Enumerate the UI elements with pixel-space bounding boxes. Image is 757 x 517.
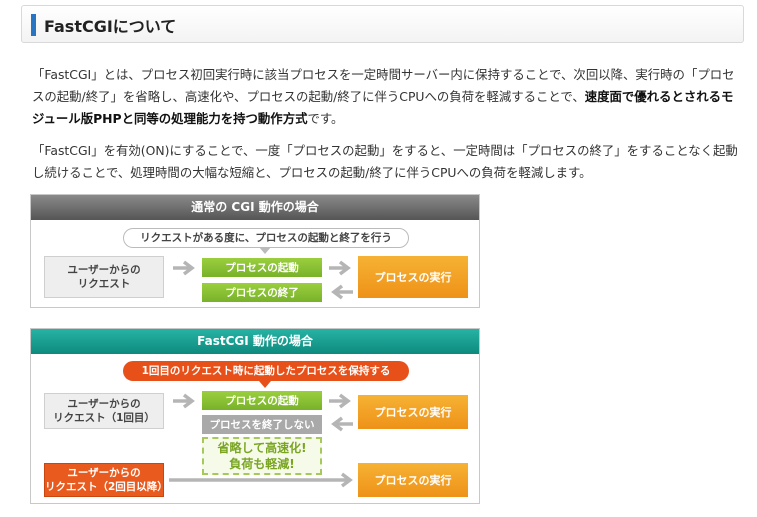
arrow-right-icon (329, 393, 351, 409)
fastcgi-user-request-later-line2: リクエスト（2回目以降） (45, 481, 168, 493)
page-title: FastCGIについて (44, 17, 177, 36)
cgi-process-run: プロセスの実行 (358, 256, 468, 298)
cgi-diagram-title: 通常の CGI 動作の場合 (31, 195, 479, 220)
heading-accent-bar (31, 14, 36, 36)
fastcgi-callout-pointer (259, 381, 271, 388)
enable-text: 「FastCGI」を有効(ON)にすることで、一度「プロセスの起動」をすると、一… (32, 143, 738, 180)
fastcgi-callout: 1回目のリクエスト時に起動したプロセスを保持する (123, 361, 409, 381)
enable-paragraph: 「FastCGI」を有効(ON)にすることで、一度「プロセスの起動」をすると、一… (32, 140, 744, 184)
intro-paragraph: 「FastCGI」とは、プロセス初回実行時に該当プロセスを一定時間サーバー内に保… (32, 64, 744, 130)
fastcgi-user-request-first-line2: リクエスト（1回目） (53, 412, 155, 424)
arrow-right-icon (173, 393, 195, 409)
cgi-callout-pointer (259, 247, 271, 254)
arrow-right-icon (329, 260, 351, 276)
arrow-right-icon (173, 260, 195, 276)
fastcgi-user-request-first-box: ユーザーからのリクエスト（1回目） (44, 393, 164, 429)
fastcgi-highlight-box: 省略して高速化! 負荷も軽減! (202, 437, 322, 475)
fastcgi-diagram: FastCGI 動作の場合 1回目のリクエスト時に起動したプロセスを保持する ユ… (30, 328, 480, 504)
cgi-user-request-line1: ユーザーからの (67, 264, 141, 276)
cgi-user-request-box: ユーザーからの リクエスト (44, 256, 164, 298)
fastcgi-highlight-line2: 負荷も軽減! (229, 457, 295, 471)
intro-tail-text: です。 (307, 111, 344, 126)
arrow-left-icon (331, 416, 353, 432)
cgi-process-end: プロセスの終了 (202, 283, 322, 302)
fastcgi-process-start: プロセスの起動 (202, 391, 322, 410)
fastcgi-highlight-line1: 省略して高速化! (217, 441, 307, 455)
long-arrow-right-icon (169, 472, 353, 488)
cgi-diagram: 通常の CGI 動作の場合 リクエストがある度に、プロセスの起動と終了を行う ユ… (30, 194, 480, 308)
cgi-process-start: プロセスの起動 (202, 258, 322, 277)
fastcgi-user-request-later-line1: ユーザーからの (67, 467, 141, 479)
fastcgi-user-request-first-line1: ユーザーからの (67, 398, 141, 410)
fastcgi-diagram-title: FastCGI 動作の場合 (31, 329, 479, 354)
fastcgi-user-request-later-box: ユーザーからのリクエスト（2回目以降） (44, 463, 168, 497)
fastcgi-process-run-2: プロセスの実行 (358, 463, 468, 497)
cgi-user-request-line2: リクエスト (77, 278, 131, 290)
fastcgi-process-run-1: プロセスの実行 (358, 395, 468, 429)
cgi-callout: リクエストがある度に、プロセスの起動と終了を行う (123, 228, 409, 248)
section-heading: FastCGIについて (21, 5, 744, 43)
arrow-left-icon (331, 284, 353, 300)
fastcgi-process-no-end: プロセスを終了しない (202, 415, 322, 434)
